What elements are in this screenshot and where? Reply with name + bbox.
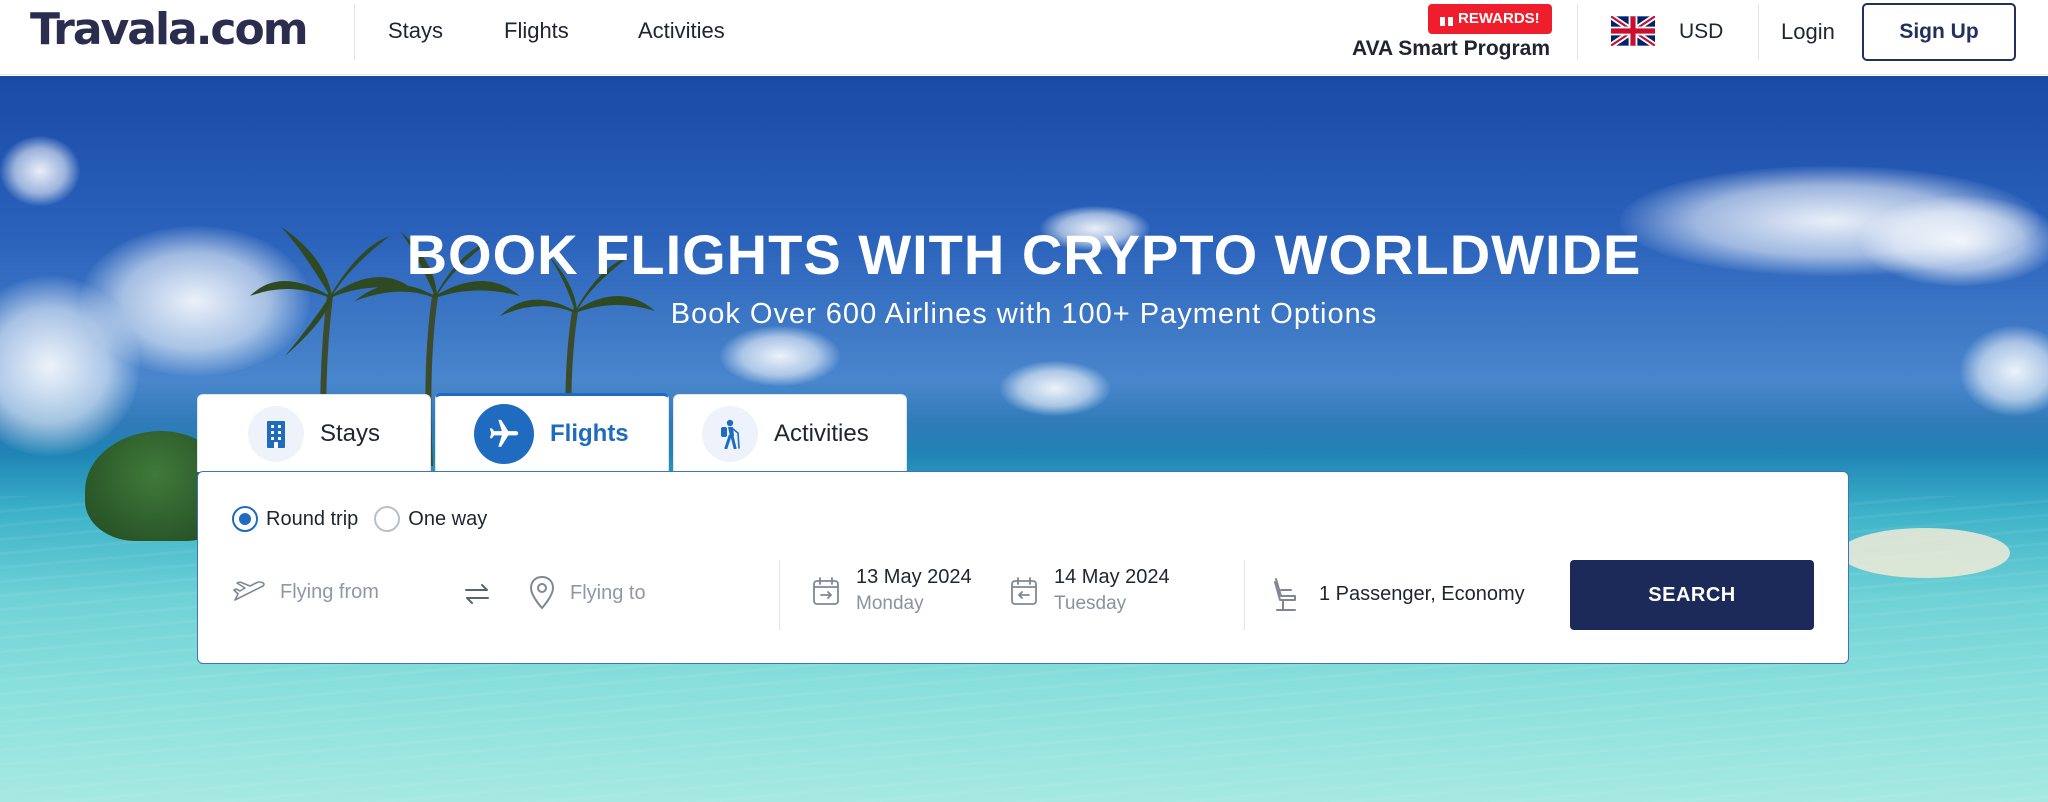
round-trip-radio[interactable]: Round trip	[232, 506, 358, 532]
one-way-radio[interactable]: One way	[374, 506, 487, 532]
sign-up-button[interactable]: Sign Up	[1862, 3, 2016, 61]
field-divider	[1244, 560, 1245, 630]
cloud	[1000, 361, 1110, 416]
airplane-icon	[474, 404, 534, 464]
one-way-label: One way	[408, 507, 488, 530]
calendar-icon	[1010, 576, 1038, 606]
calendar-icon	[812, 576, 840, 606]
flight-search-form: Round trip One way Flying from Flying to…	[197, 471, 1849, 664]
tab-flights-label: Flights	[550, 420, 629, 447]
hiker-icon	[702, 405, 758, 462]
header-divider	[354, 4, 355, 60]
nav-stays-link[interactable]: Stays	[388, 18, 443, 44]
flying-from-input[interactable]	[280, 580, 440, 604]
currency-selector[interactable]: USD	[1679, 20, 1723, 44]
cloud	[0, 136, 80, 206]
tab-activities-label: Activities	[774, 419, 869, 447]
beach-image	[1840, 528, 2010, 578]
login-link[interactable]: Login	[1781, 19, 1835, 45]
tab-stays[interactable]: Stays	[197, 394, 431, 472]
seat-icon	[1271, 576, 1301, 612]
hero-subtitle: Book Over 600 Airlines with 100+ Payment…	[670, 298, 1378, 330]
search-button[interactable]: SEARCH	[1570, 560, 1814, 630]
flying-to-input[interactable]	[570, 581, 730, 605]
return-date-field[interactable]: 14 May 2024 Tuesday	[1010, 566, 1170, 615]
trip-type-selector: Round trip One way	[232, 506, 503, 532]
top-navigation-bar: Travala.com Stays Flights Activities REW…	[0, 0, 2048, 75]
cloud	[1960, 326, 2048, 416]
departure-date: 13 May 2024	[856, 566, 972, 588]
hero-title: BOOK FLIGHTS WITH CRYPTO WORLDWIDE	[406, 223, 1642, 286]
tab-stays-label: Stays	[320, 419, 381, 447]
uk-flag-icon[interactable]	[1611, 16, 1655, 46]
field-divider	[779, 560, 780, 630]
passengers-summary: 1 Passenger, Economy	[1319, 582, 1525, 605]
nav-flights-link[interactable]: Flights	[504, 18, 569, 44]
tab-flights[interactable]: Flights	[435, 393, 669, 472]
passengers-class-selector[interactable]: 1 Passenger, Economy	[1271, 576, 1525, 612]
round-trip-label: Round trip	[266, 507, 359, 530]
building-icon	[248, 405, 304, 462]
flying-to-field[interactable]	[528, 575, 730, 611]
departure-day: Monday	[856, 593, 924, 614]
radio-checked-icon	[232, 506, 258, 532]
nav-activities-link[interactable]: Activities	[638, 18, 725, 44]
flying-from-field[interactable]	[232, 578, 440, 606]
swap-locations-button[interactable]	[464, 582, 490, 606]
airplane-takeoff-icon	[232, 578, 266, 606]
tab-activities[interactable]: Activities	[673, 394, 907, 472]
return-date: 14 May 2024	[1054, 566, 1170, 588]
rewards-badge[interactable]: REWARDS!	[1428, 4, 1552, 34]
hero-banner: BOOK FLIGHTS WITH CRYPTO WORLDWIDE Book …	[0, 76, 2048, 802]
cloud	[720, 326, 840, 386]
header-divider	[1577, 4, 1578, 60]
departure-date-field[interactable]: 13 May 2024 Monday	[812, 566, 972, 615]
rewards-badge-label: REWARDS!	[1458, 10, 1540, 27]
ava-smart-program-link[interactable]: AVA Smart Program	[1352, 37, 1550, 61]
radio-unchecked-icon	[374, 506, 401, 532]
location-pin-icon	[528, 575, 556, 611]
return-day: Tuesday	[1054, 593, 1127, 614]
header-divider	[1758, 4, 1759, 60]
swap-arrows-icon	[464, 582, 490, 606]
gift-icon	[1440, 12, 1453, 26]
travala-logo[interactable]: Travala.com	[30, 4, 309, 55]
